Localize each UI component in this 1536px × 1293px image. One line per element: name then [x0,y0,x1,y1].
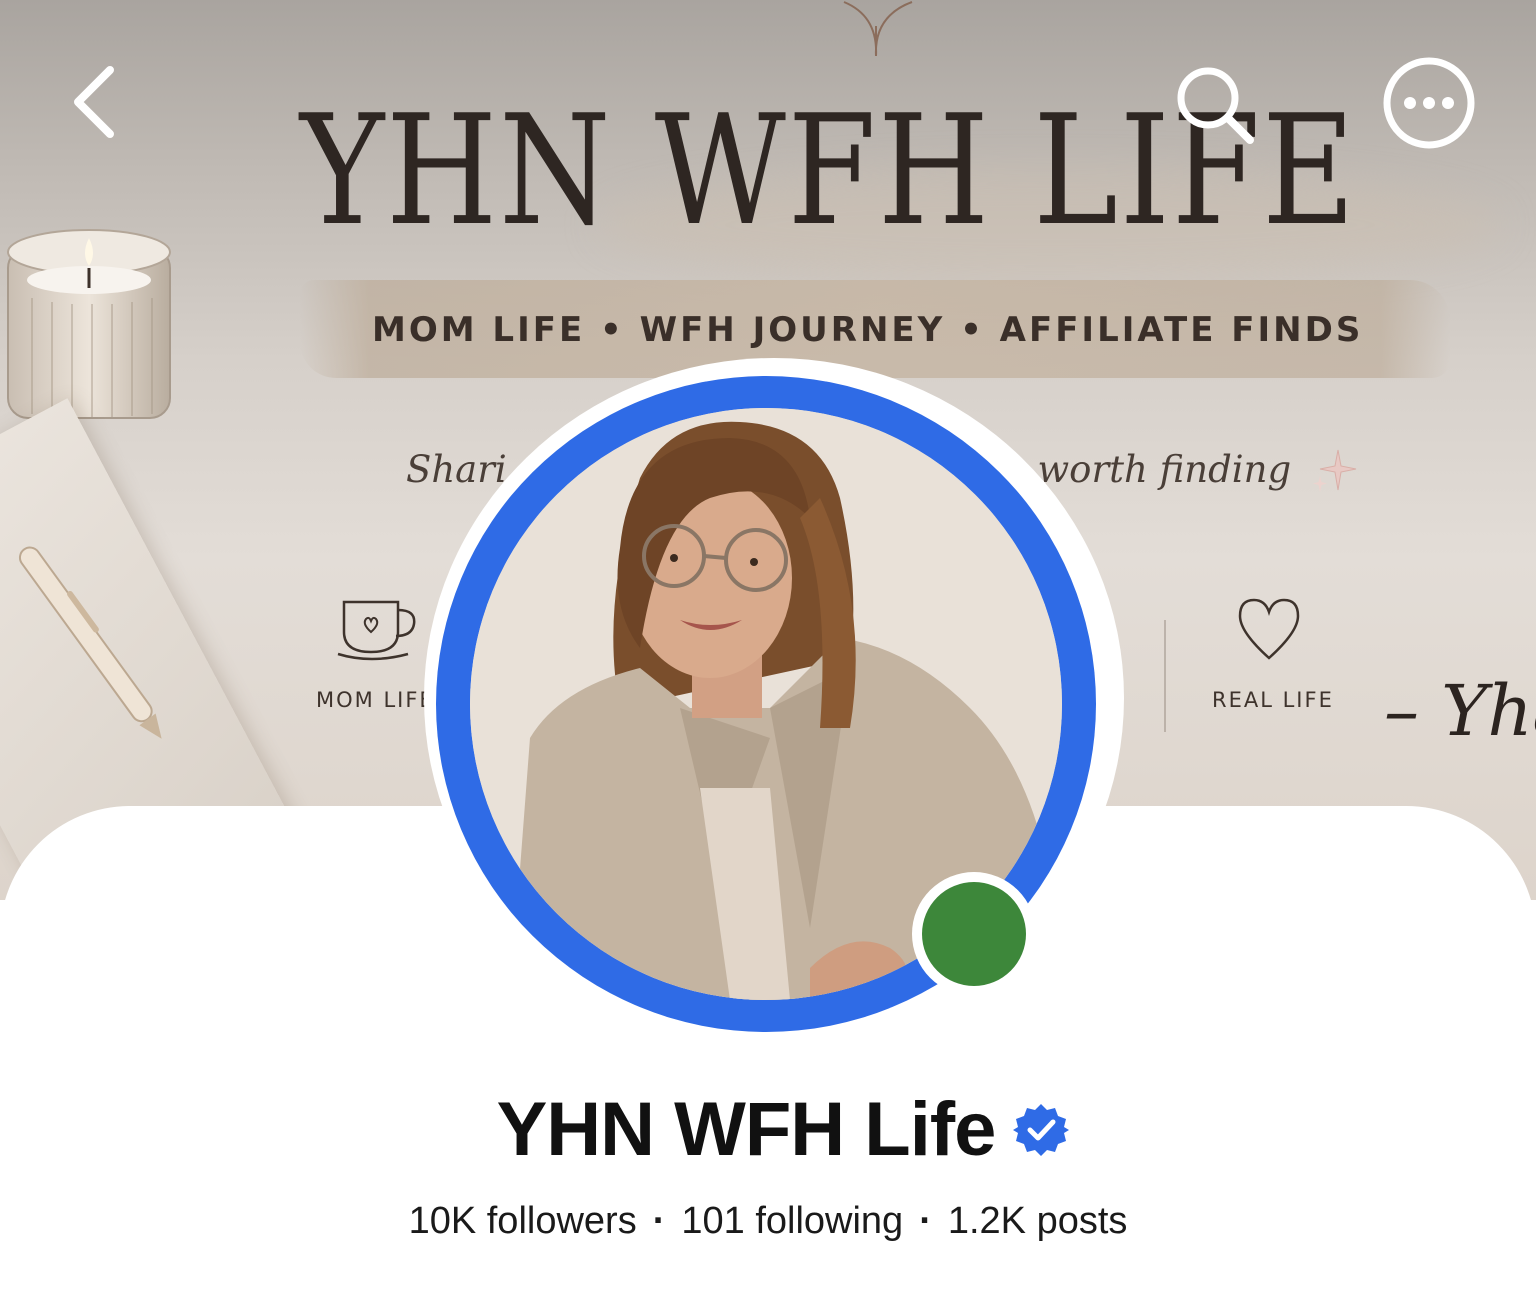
following-count[interactable]: 101 following [681,1200,903,1243]
chevron-left-icon [74,66,114,138]
cover-category-mom-life: MOM LIFE [316,688,435,712]
followers-count[interactable]: 10K followers [409,1200,637,1243]
more-options-button[interactable] [1382,56,1476,150]
cover-category-real-life: REAL LIFE [1212,688,1334,712]
pen-image [18,546,162,739]
sparkle-icon [1313,449,1357,492]
heart-outline-icon [1238,598,1300,660]
cover-subline-left: Shari [406,448,507,491]
search-button[interactable] [1172,62,1258,148]
cover-divider [1164,620,1166,732]
cover-subline-right: s worth finding [1006,448,1292,491]
profile-stats: 10K followers · 101 following · 1.2K pos… [0,1200,1536,1243]
leaf-ornament-icon [843,1,913,57]
more-horizontal-icon [1383,57,1475,149]
stats-separator: · [919,1200,932,1242]
coffee-cup-icon [337,600,416,661]
verified-badge-icon [1013,1103,1070,1156]
online-status-dot [922,882,1026,986]
online-status-indicator [912,872,1036,996]
profile-name: YHN WFH Life [496,1087,997,1172]
candle-image [7,229,171,419]
cover-tagline: MOM LIFE • WFH JOURNEY • AFFILIATE FINDS [372,310,1364,350]
cover-title: YHN WFH LIFE [300,82,1357,259]
back-button[interactable] [60,60,130,144]
search-icon [1177,67,1254,144]
profile-name-row: YHN WFH Life [0,1086,1536,1173]
stats-separator: · [652,1200,666,1242]
cover-signature: – Yha [1384,670,1536,752]
posts-count[interactable]: 1.2K posts [948,1200,1128,1243]
